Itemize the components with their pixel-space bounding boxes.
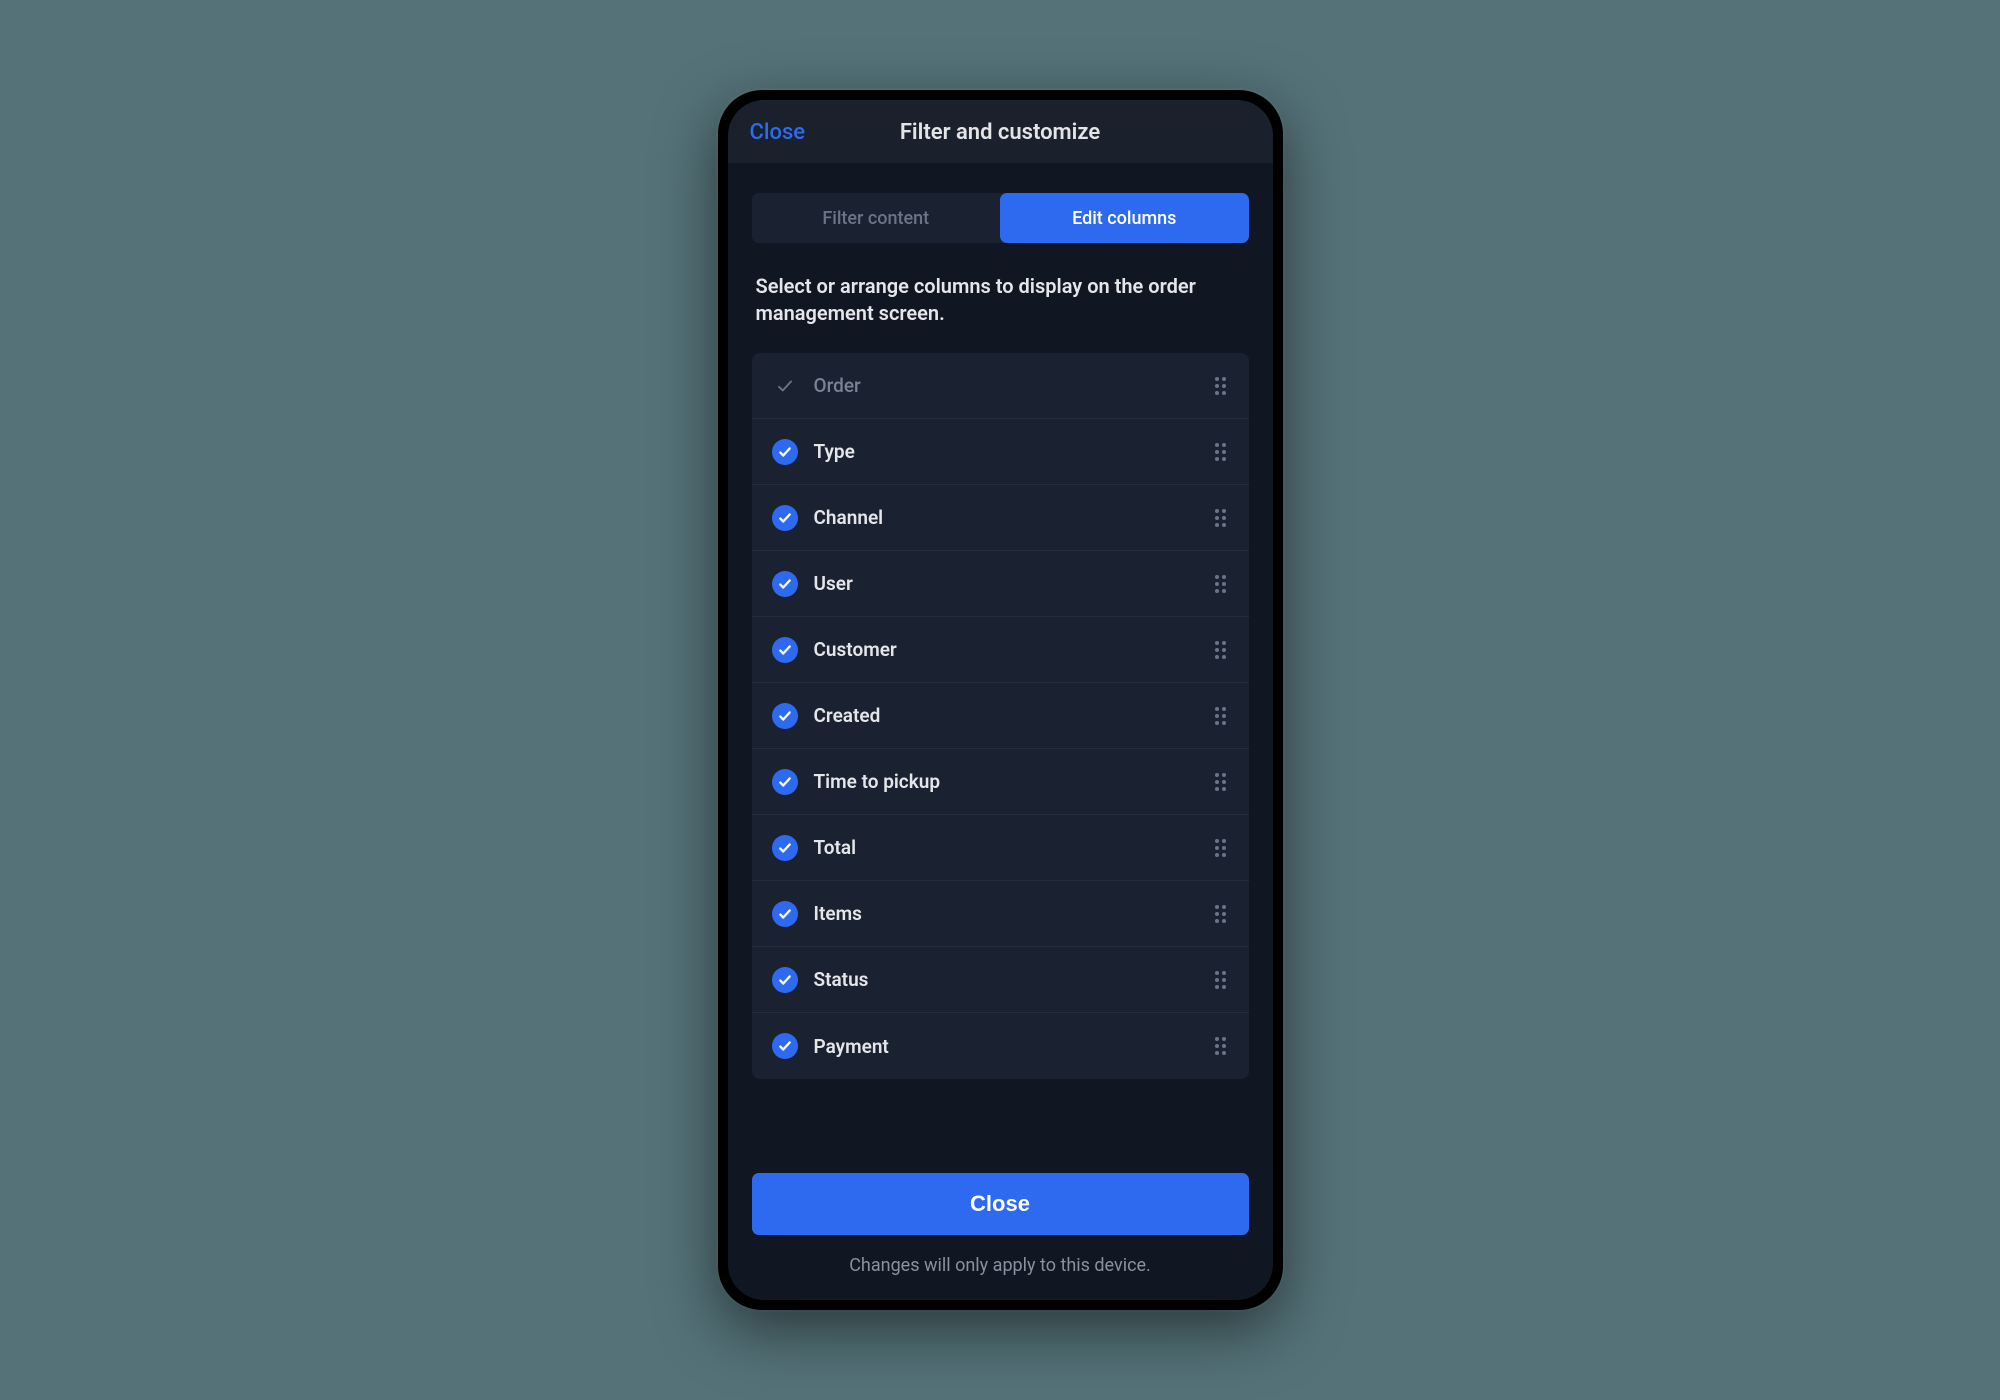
column-row[interactable]: Order — [752, 353, 1249, 419]
column-label: Created — [814, 704, 1211, 727]
column-label: Time to pickup — [814, 770, 1211, 793]
drag-handle-icon[interactable] — [1211, 707, 1231, 725]
device-frame: Close Filter and customize Filter conten… — [718, 90, 1283, 1310]
app-screen: Close Filter and customize Filter conten… — [728, 100, 1273, 1300]
column-label: Status — [814, 968, 1211, 991]
column-label: Payment — [814, 1035, 1211, 1058]
drag-handle-icon[interactable] — [1211, 839, 1231, 857]
drag-handle-icon[interactable] — [1211, 377, 1231, 395]
column-row[interactable]: Payment — [752, 1013, 1249, 1079]
drag-handle-icon[interactable] — [1211, 905, 1231, 923]
modal-footer: Close Changes will only apply to this de… — [752, 1147, 1249, 1280]
column-row[interactable]: User — [752, 551, 1249, 617]
column-row[interactable]: Customer — [752, 617, 1249, 683]
modal-content: Filter content Edit columns Select or ar… — [728, 163, 1273, 1300]
checkbox-toggle[interactable] — [772, 835, 798, 861]
column-label: Items — [814, 902, 1211, 925]
column-label: Order — [814, 374, 1211, 397]
drag-handle-icon[interactable] — [1211, 641, 1231, 659]
column-row[interactable]: Items — [752, 881, 1249, 947]
close-link[interactable]: Close — [750, 120, 806, 145]
checkbox-toggle[interactable] — [772, 703, 798, 729]
column-label: Total — [814, 836, 1211, 859]
drag-handle-icon[interactable] — [1211, 1037, 1231, 1055]
checkbox-toggle[interactable] — [772, 571, 798, 597]
column-row[interactable]: Time to pickup — [752, 749, 1249, 815]
column-row[interactable]: Status — [752, 947, 1249, 1013]
checkbox-toggle[interactable] — [772, 901, 798, 927]
checkbox-toggle[interactable] — [772, 967, 798, 993]
drag-handle-icon[interactable] — [1211, 509, 1231, 527]
close-button[interactable]: Close — [752, 1173, 1249, 1235]
column-row[interactable]: Type — [752, 419, 1249, 485]
column-label: Channel — [814, 506, 1211, 529]
tab-edit-columns[interactable]: Edit columns — [1000, 193, 1249, 243]
instructions-text: Select or arrange columns to display on … — [756, 273, 1245, 327]
column-row[interactable]: Created — [752, 683, 1249, 749]
column-label: Customer — [814, 638, 1211, 661]
drag-handle-icon[interactable] — [1211, 575, 1231, 593]
footnote-text: Changes will only apply to this device. — [752, 1255, 1249, 1276]
column-label: User — [814, 572, 1211, 595]
check-icon — [772, 373, 798, 399]
column-row[interactable]: Total — [752, 815, 1249, 881]
drag-handle-icon[interactable] — [1211, 443, 1231, 461]
drag-handle-icon[interactable] — [1211, 971, 1231, 989]
column-list: Order Type Channel User Customer Created Time … — [752, 353, 1249, 1079]
checkbox-toggle[interactable] — [772, 439, 798, 465]
drag-handle-icon[interactable] — [1211, 773, 1231, 791]
column-row[interactable]: Channel — [752, 485, 1249, 551]
checkbox-toggle[interactable] — [772, 637, 798, 663]
tab-group: Filter content Edit columns — [752, 193, 1249, 243]
modal-title: Filter and customize — [900, 120, 1100, 145]
checkbox-toggle[interactable] — [772, 1033, 798, 1059]
checkbox-toggle[interactable] — [772, 505, 798, 531]
modal-header: Close Filter and customize — [728, 100, 1273, 163]
checkbox-toggle[interactable] — [772, 769, 798, 795]
column-label: Type — [814, 440, 1211, 463]
tab-filter-content[interactable]: Filter content — [752, 193, 1001, 243]
